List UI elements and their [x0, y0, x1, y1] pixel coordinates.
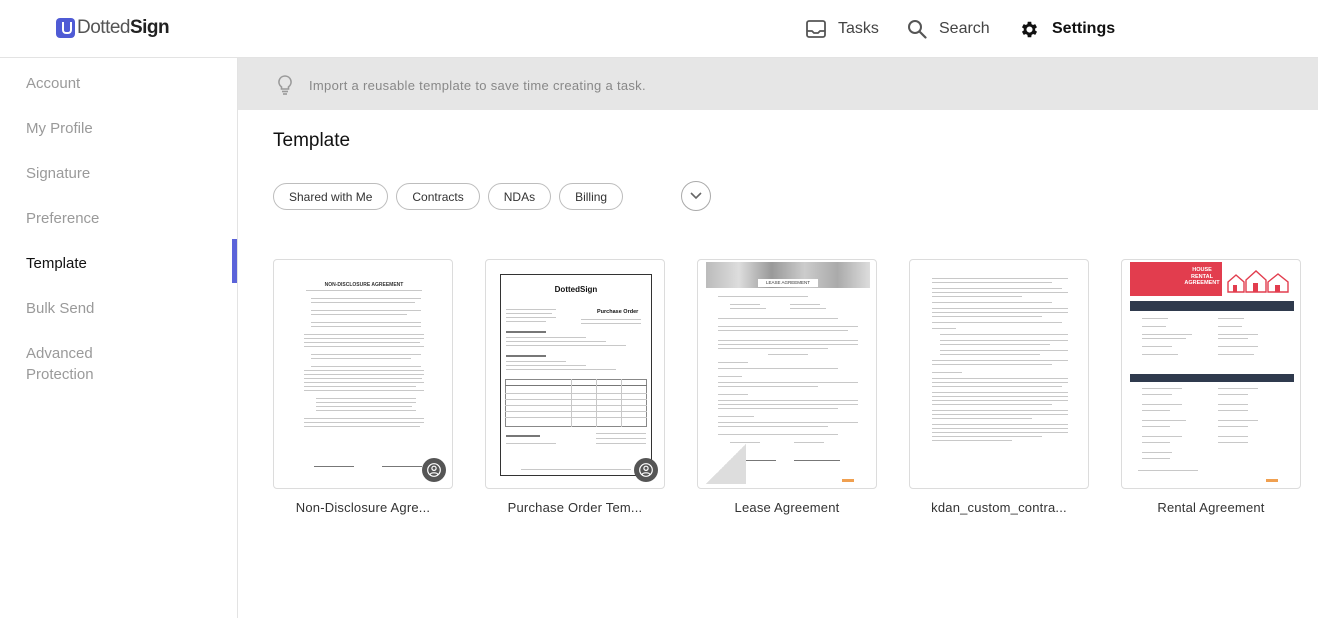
template-thumbnail: DottedSign Purchase Order: [500, 274, 652, 476]
thumbnail-brand: DottedSign: [554, 285, 598, 294]
template-thumbnail: NON-DISCLOSURE AGREEMENT: [286, 268, 442, 482]
dottedsign-logo[interactable]: DottedSign: [56, 14, 170, 42]
logo-mark-icon: [56, 18, 75, 38]
template-filters: Shared with Me Contracts NDAs Billing: [273, 183, 631, 210]
page-title: Template: [273, 130, 351, 151]
template-label-purchase-order[interactable]: Purchase Order Tem...: [485, 500, 665, 515]
import-template-banner: Import a reusable template to save time …: [238, 58, 1318, 110]
template-label-nda[interactable]: Non-Disclosure Agre...: [273, 500, 453, 515]
template-thumbnail-header: HOUSE RENTAL AGREEMENT: [1130, 262, 1294, 296]
chevron-down-icon: [690, 187, 702, 205]
sidebar-item-account[interactable]: Account: [26, 73, 226, 94]
settings-sidebar: Account My Profile Signature Preference …: [0, 58, 238, 618]
page-curl-decoration: [706, 444, 746, 484]
inbox-icon: [806, 20, 826, 38]
shared-user-icon: [634, 458, 658, 482]
shared-user-icon: [422, 458, 446, 482]
sidebar-item-my-profile[interactable]: My Profile: [26, 118, 226, 139]
template-label-lease-agreement[interactable]: Lease Agreement: [697, 500, 877, 515]
sidebar-item-preference[interactable]: Preference: [26, 208, 226, 229]
nav-settings-label: Settings: [1052, 20, 1116, 37]
sidebar-item-advanced-protection[interactable]: Advanced Protection: [26, 343, 116, 385]
logo-text: DottedSign: [77, 17, 170, 38]
thumbnail-heading: Purchase Order: [597, 309, 639, 315]
gear-icon: [1019, 19, 1040, 40]
expand-filters-button[interactable]: [681, 181, 711, 211]
template-card-purchase-order[interactable]: DottedSign Purchase Order: [485, 259, 665, 489]
template-card-kdan-custom-contract[interactable]: [909, 259, 1089, 489]
top-header: DottedSign Tasks Search Settings: [0, 0, 1318, 58]
filter-billing[interactable]: Billing: [559, 183, 624, 210]
template-card-nda[interactable]: NON-DISCLOSURE AGREEMENT: [273, 259, 453, 489]
rental-section-bar: [1130, 301, 1294, 311]
sidebar-item-bulk-send[interactable]: Bulk Send: [26, 298, 226, 319]
footer-logo-mark: [1266, 479, 1278, 482]
active-item-indicator: [232, 239, 237, 283]
banner-text: Import a reusable template to save time …: [309, 78, 646, 93]
thumbnail-heading: NON-DISCLOSURE AGREEMENT: [324, 282, 404, 288]
sidebar-item-signature[interactable]: Signature: [26, 163, 226, 184]
template-label-kdan-custom-contract[interactable]: kdan_custom_contra...: [909, 500, 1089, 515]
thumbnail-heading: HOUSE RENTAL AGREEMENT: [1184, 267, 1220, 286]
nav-search-label: Search: [939, 20, 990, 37]
template-card-rental-agreement[interactable]: HOUSE RENTAL AGREEMENT: [1121, 259, 1301, 489]
search-icon: [907, 19, 927, 39]
rental-section-bar-2: [1130, 374, 1294, 382]
template-card-lease-agreement[interactable]: LEASE AGREEMENT: [697, 259, 877, 489]
filter-contracts[interactable]: Contracts: [396, 183, 480, 210]
nav-tasks[interactable]: Tasks: [806, 0, 879, 58]
sidebar-item-template[interactable]: Template: [26, 253, 226, 274]
thumbnail-heading: LEASE AGREEMENT: [758, 279, 818, 287]
filter-ndas[interactable]: NDAs: [487, 183, 552, 210]
footer-logo-mark: [842, 479, 854, 482]
filter-shared-with-me[interactable]: Shared with Me: [273, 183, 389, 210]
template-label-rental-agreement[interactable]: Rental Agreement: [1121, 500, 1301, 515]
houses-illustration-icon: [1227, 270, 1289, 293]
nav-settings[interactable]: Settings: [1019, 0, 1115, 58]
nav-search[interactable]: Search: [907, 0, 990, 58]
nav-tasks-label: Tasks: [838, 20, 879, 37]
template-thumbnail: [922, 268, 1078, 482]
template-thumbnail: [1130, 314, 1294, 474]
lightbulb-icon: [278, 75, 292, 100]
